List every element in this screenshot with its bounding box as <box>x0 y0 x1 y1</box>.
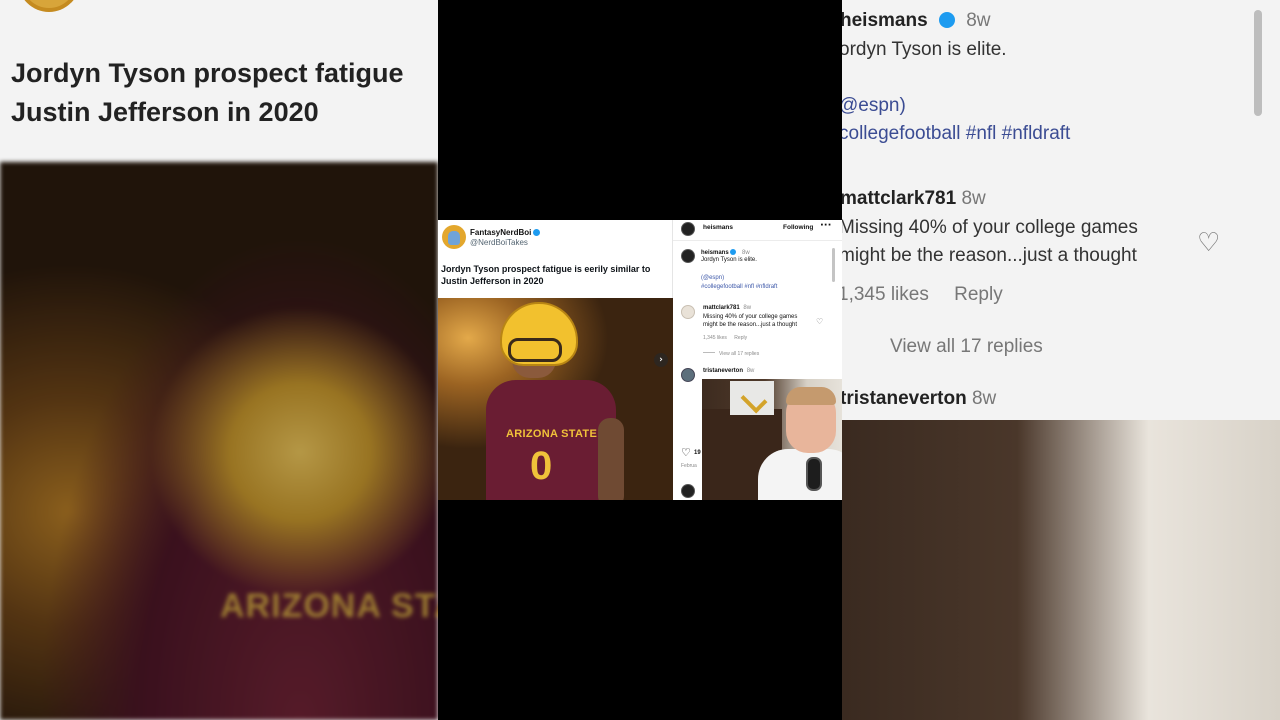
following-button[interactable]: Following <box>783 224 813 231</box>
caption-avatar[interactable] <box>681 249 695 263</box>
backdrop-comment-line2: might be the reason...just a thought <box>842 245 1137 266</box>
comment-age: 8w <box>743 305 752 311</box>
comment-text-line2: might be the reason...just a thought <box>703 322 798 328</box>
post-date: Februa <box>681 463 697 469</box>
caption-text: Jordyn Tyson is elite. <box>701 257 757 263</box>
backdrop-title-line1: Jordyn Tyson prospect fatigue <box>11 58 404 88</box>
comment-avatar[interactable] <box>681 305 695 319</box>
comment-header: tristaneverton 8w <box>703 368 754 376</box>
heart-icon[interactable]: ♡ <box>816 317 823 326</box>
comment-header: mattclark781 8w <box>703 305 751 313</box>
cam-wall-art <box>730 381 774 415</box>
more-options-icon[interactable]: ··· <box>820 220 831 231</box>
microphone-icon <box>806 457 822 491</box>
caption-username[interactable]: heismans <box>701 250 729 256</box>
backdrop-title-line2: Justin Jefferson in 2020 <box>11 97 319 127</box>
comment-avatar[interactable] <box>681 368 695 382</box>
backdrop-mention: @espn) <box>842 95 906 116</box>
comment-username[interactable]: mattclark781 <box>703 305 740 311</box>
jersey-number: 0 <box>530 444 553 488</box>
tweet-display-name[interactable]: FantasyNerdBoi <box>470 228 531 237</box>
verified-badge-icon <box>533 229 541 236</box>
backdrop-caption: ordyn Tyson is elite. <box>842 39 1007 60</box>
caption-age: 8w <box>742 250 750 256</box>
backdrop-view-replies: View all 17 replies <box>890 336 1043 357</box>
backdrop-comment2-age: 8w <box>971 388 997 409</box>
tweet-photo[interactable]: ARIZONA STATE 0 › <box>438 298 673 500</box>
backdrop-likes: 1,345 likes <box>842 284 929 305</box>
backdrop-reply: Reply <box>954 284 1003 305</box>
comment-likes[interactable]: 1,345 likes <box>703 335 727 341</box>
backdrop-dim <box>0 162 438 720</box>
backdrop-comment-user: mattclark781 <box>842 188 957 209</box>
backdrop-right: heismans 8w ordyn Tyson is elite. @espn)… <box>842 0 1280 720</box>
cam-person-hair <box>786 387 836 405</box>
player-facemask <box>508 338 562 362</box>
backdrop-avatar <box>18 0 80 12</box>
tweet-text: Jordyn Tyson prospect fatigue is eerily … <box>441 264 651 286</box>
view-replies-row[interactable]: View all 17 replies <box>703 351 759 359</box>
backdrop-comment-header: mattclark781 8w <box>842 188 986 210</box>
backdrop-comment2-user: tristaneverton <box>842 388 967 409</box>
comment-username[interactable]: tristaneverton <box>703 368 743 374</box>
viewer-avatar <box>681 484 695 498</box>
backdrop-hashtag-b: #nfl #nfldraft <box>965 123 1071 144</box>
heart-icon: ♡ <box>1197 228 1221 258</box>
backdrop-hashtag-a: collegefootball <box>842 123 961 144</box>
verified-badge-icon <box>938 12 955 28</box>
caption-hashtags[interactable]: #collegefootball #nfl #nfldraft <box>701 284 777 292</box>
comment-age: 8w <box>746 368 755 374</box>
backdrop-left: Jordyn Tyson prospect fatigue Justin Jef… <box>0 0 438 720</box>
like-count: 19 <box>694 450 701 456</box>
verified-badge-icon <box>730 249 737 255</box>
backdrop-webcam <box>842 420 1280 720</box>
player-arm <box>598 418 624 500</box>
backdrop-username: heismans <box>842 10 928 31</box>
tweet-handle[interactable]: @NerdBoiTakes <box>470 238 528 247</box>
backdrop-caption-header: heismans 8w <box>842 10 991 32</box>
backdrop-scrollbar <box>1254 10 1262 116</box>
post-author-avatar[interactable] <box>681 222 695 236</box>
tweet-panel: FantasyNerdBoi @NerdBoiTakes Jordyn Tyso… <box>438 220 673 500</box>
post-author-username[interactable]: heismans <box>703 224 733 231</box>
comments-scrollbar[interactable] <box>832 248 835 282</box>
backdrop-comment-meta: 1,345 likes Reply <box>842 284 1003 306</box>
comment-text-line1: Missing 40% of your college games <box>703 314 798 320</box>
backdrop-comment-age: 8w <box>961 188 986 209</box>
header-divider <box>673 240 842 241</box>
view-replies-link[interactable]: View all 17 replies <box>719 351 759 357</box>
webcam-overlay <box>702 379 842 500</box>
cam-person-shirt <box>758 449 842 500</box>
tweet-avatar[interactable] <box>442 225 466 249</box>
backdrop-tweet-title: Jordyn Tyson prospect fatigue Justin Jef… <box>11 54 438 132</box>
backdrop-player-photo: ARIZONA STAT <box>0 162 438 720</box>
backdrop-comment2-header: tristaneverton 8w <box>842 388 996 410</box>
backdrop-age: 8w <box>966 10 991 31</box>
like-heart-icon[interactable]: ♡ <box>681 446 691 459</box>
jersey-text: ARIZONA STATE <box>506 428 598 440</box>
backdrop-tweet-header: Jordyn Tyson prospect fatigue Justin Jef… <box>0 0 438 162</box>
chevron-right-icon[interactable]: › <box>654 353 668 367</box>
comment-reply-button[interactable]: Reply <box>734 335 747 341</box>
tweet-display-name-row[interactable]: FantasyNerdBoi <box>470 228 541 237</box>
content-card: FantasyNerdBoi @NerdBoiTakes Jordyn Tyso… <box>438 220 842 500</box>
comment-meta: 1,345 likes Reply <box>703 335 747 343</box>
caption-mention[interactable]: (@espn) <box>701 275 724 283</box>
backdrop-comment-line1: Missing 40% of your college games <box>842 217 1138 238</box>
backdrop-hashtags: collegefootball #nfl #nfldraft <box>842 123 1070 145</box>
reply-line <box>703 352 715 353</box>
